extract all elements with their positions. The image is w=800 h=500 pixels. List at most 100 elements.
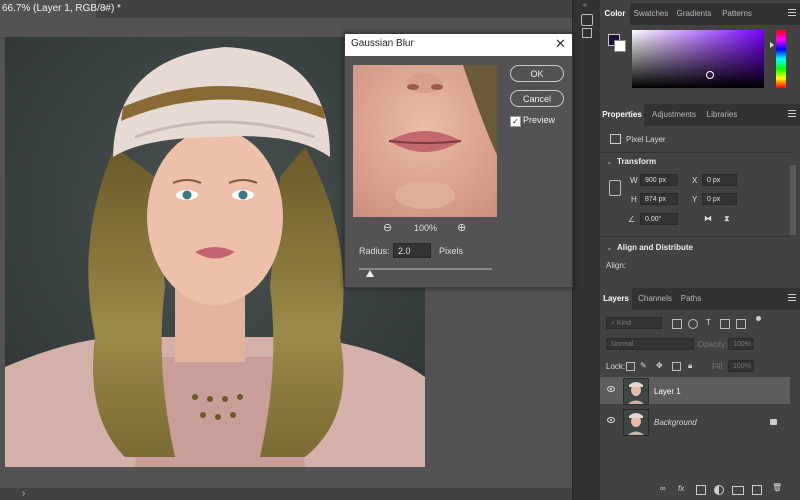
tab-gradients[interactable]: Gradients (674, 3, 714, 25)
visibility-eye-icon[interactable] (607, 417, 615, 423)
tab-properties[interactable]: Properties (600, 104, 644, 126)
filter-smart-object-icon[interactable] (736, 319, 746, 329)
x-label: X (692, 176, 698, 185)
tab-layers[interactable]: Layers (600, 288, 632, 310)
visibility-eye-icon[interactable] (607, 386, 615, 392)
opacity-label: Opacity: (698, 340, 728, 349)
layers-panel-menu-icon[interactable] (788, 294, 796, 302)
fill-label: Fill: (712, 362, 725, 371)
opacity-field[interactable]: 100% (728, 338, 754, 350)
color-saturation-field[interactable] (632, 30, 764, 88)
layer-name[interactable]: Layer 1 (654, 387, 681, 396)
dialog-title: Gaussian Blur (351, 38, 414, 49)
tab-libraries[interactable]: Libraries (704, 104, 740, 126)
radius-label: Radius: (359, 246, 390, 256)
tab-adjustments[interactable]: Adjustments (648, 104, 700, 126)
width-field[interactable]: 900 px (640, 174, 678, 186)
filter-type-icon[interactable]: T (706, 318, 711, 327)
link-proportions-icon[interactable] (609, 180, 621, 196)
layer-thumbnail (623, 409, 649, 436)
right-panel-dock: Color Swatches Gradients Patterns Proper… (600, 0, 800, 500)
radius-input[interactable]: 2.0 (393, 243, 431, 258)
layers-panel-tabs: Layers Channels Paths (600, 288, 800, 310)
new-layer-icon[interactable] (752, 485, 762, 495)
angle-field[interactable]: 0.00° (640, 213, 678, 225)
document-tab[interactable]: 66.7% (Layer 1, RGB/8#) * (0, 0, 121, 18)
history-icon[interactable] (581, 14, 593, 26)
lock-icon (770, 419, 777, 425)
lock-all-icon[interactable]: 🔒︎ (688, 361, 692, 371)
close-icon[interactable]: ✕ (555, 36, 566, 52)
preview-checkbox[interactable]: ✓ (510, 116, 521, 127)
color-picker-cursor[interactable] (706, 71, 714, 79)
layer-filter-kind[interactable]: ⌕ Kind (606, 317, 662, 329)
x-field[interactable]: 0 px (702, 174, 737, 186)
lock-image-icon[interactable]: ✎ (640, 361, 647, 370)
filter-adjustment-icon[interactable] (688, 319, 698, 329)
filter-toggle-icon[interactable] (756, 316, 761, 321)
properties-icon[interactable] (582, 28, 592, 38)
panel-icon-strip: « (572, 0, 601, 500)
properties-scrollbar[interactable] (790, 165, 796, 235)
width-label: W (630, 176, 638, 185)
document-tab-close-icon[interactable]: × (102, 0, 114, 18)
layers-footer: ∞ fx 🗑︎ (600, 480, 800, 500)
height-label: H (631, 195, 637, 204)
color-panel-tabs: Color Swatches Gradients Patterns (600, 3, 800, 25)
align-distribute-header[interactable]: Align and Distribute (617, 243, 693, 252)
zoom-in-icon[interactable]: ⊕ (457, 221, 466, 234)
blur-preview-image[interactable] (353, 65, 497, 217)
zoom-level: 100% (414, 223, 438, 233)
adjustment-icon[interactable] (714, 485, 724, 495)
lock-artboard-icon[interactable] (672, 362, 681, 371)
divider (600, 236, 790, 237)
cancel-button[interactable]: Cancel (510, 90, 564, 107)
group-icon[interactable] (732, 486, 744, 495)
layer-name[interactable]: Background (654, 418, 697, 427)
dialog-titlebar[interactable]: Gaussian Blur ✕ (345, 34, 572, 56)
tab-color[interactable]: Color (600, 3, 630, 25)
y-field[interactable]: 0 px (702, 193, 737, 205)
zoom-out-icon[interactable]: ⊖ (383, 221, 392, 234)
tab-channels[interactable]: Channels (636, 288, 674, 310)
radius-slider-track[interactable] (359, 268, 492, 270)
color-panel-menu-icon[interactable] (788, 9, 796, 17)
blend-mode-select[interactable]: Normal (606, 338, 694, 350)
layer-row-background[interactable]: Background (600, 408, 790, 436)
height-field[interactable]: 874 px (640, 193, 678, 205)
transform-header[interactable]: Transform (617, 157, 656, 166)
status-expand-icon[interactable]: › (22, 488, 25, 500)
layer-row-layer-1[interactable]: Layer 1 (600, 377, 790, 405)
tab-paths[interactable]: Paths (678, 288, 704, 310)
radius-slider-thumb[interactable] (365, 270, 374, 277)
fill-field[interactable]: 100% (728, 360, 754, 372)
align-label: Align: (606, 261, 627, 270)
chevron-down-icon[interactable]: ⌄ (606, 157, 613, 166)
collapse-arrows-icon[interactable]: « (583, 2, 587, 9)
flip-horizontal-icon[interactable]: ⧓ (704, 214, 712, 223)
pixel-layer-icon (610, 134, 621, 144)
ok-button[interactable]: OK (510, 65, 564, 82)
mask-icon[interactable] (696, 485, 706, 495)
preview-label: Preview (523, 115, 556, 125)
tab-swatches[interactable]: Swatches (632, 3, 670, 25)
gaussian-blur-dialog: Gaussian Blur ✕ ⊖ 100% ⊕ Radius: 2.0 Pix… (344, 33, 573, 288)
properties-panel-menu-icon[interactable] (788, 110, 796, 118)
fx-icon[interactable]: fx (678, 484, 684, 493)
tab-patterns[interactable]: Patterns (718, 3, 756, 25)
radius-unit: Pixels (439, 246, 464, 256)
filter-shape-icon[interactable] (720, 319, 730, 329)
layer-type-label: Pixel Layer (626, 135, 666, 144)
trash-icon[interactable]: 🗑︎ (772, 483, 782, 492)
background-color-swatch[interactable] (614, 40, 626, 52)
properties-panel-tabs: Properties Adjustments Libraries (600, 104, 800, 126)
filter-pixel-icon[interactable] (672, 319, 682, 329)
hue-slider[interactable] (776, 30, 786, 88)
lock-position-icon[interactable]: ✥ (656, 361, 663, 370)
lock-transparent-icon[interactable] (626, 362, 635, 371)
flip-vertical-icon[interactable]: ⧗ (724, 214, 730, 224)
link-icon[interactable]: ∞ (660, 484, 666, 493)
hue-slider-thumb[interactable] (770, 42, 774, 48)
lock-label: Lock: (606, 362, 626, 371)
chevron-down-icon[interactable]: ⌄ (606, 243, 613, 252)
